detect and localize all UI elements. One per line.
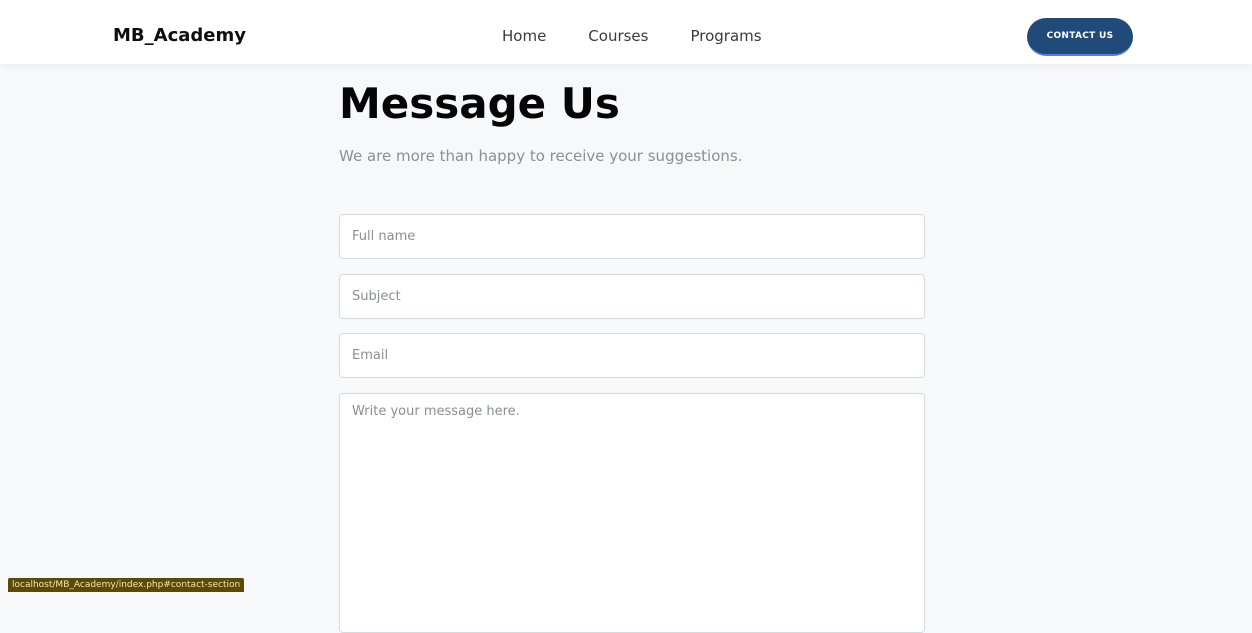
nav-link-courses[interactable]: Courses — [588, 25, 648, 47]
contact-us-button[interactable]: CONTACT US — [1027, 18, 1133, 56]
nav-links: Home Courses Programs — [502, 25, 804, 47]
message-textarea[interactable] — [339, 393, 925, 633]
email-input[interactable] — [339, 333, 925, 378]
navbar: MB_Academy Home Courses Programs CONTACT… — [0, 0, 1252, 64]
nav-link-home[interactable]: Home — [502, 25, 546, 47]
page-subtitle: We are more than happy to receive your s… — [339, 147, 743, 165]
page-title: Message Us — [339, 79, 620, 128]
brand-logo[interactable]: MB_Academy — [113, 24, 246, 48]
link-status-bar: localhost/MB_Academy/index.php#contact-s… — [8, 578, 245, 592]
subject-input[interactable] — [339, 274, 925, 319]
nav-link-programs[interactable]: Programs — [690, 25, 761, 47]
full-name-input[interactable] — [339, 214, 925, 259]
